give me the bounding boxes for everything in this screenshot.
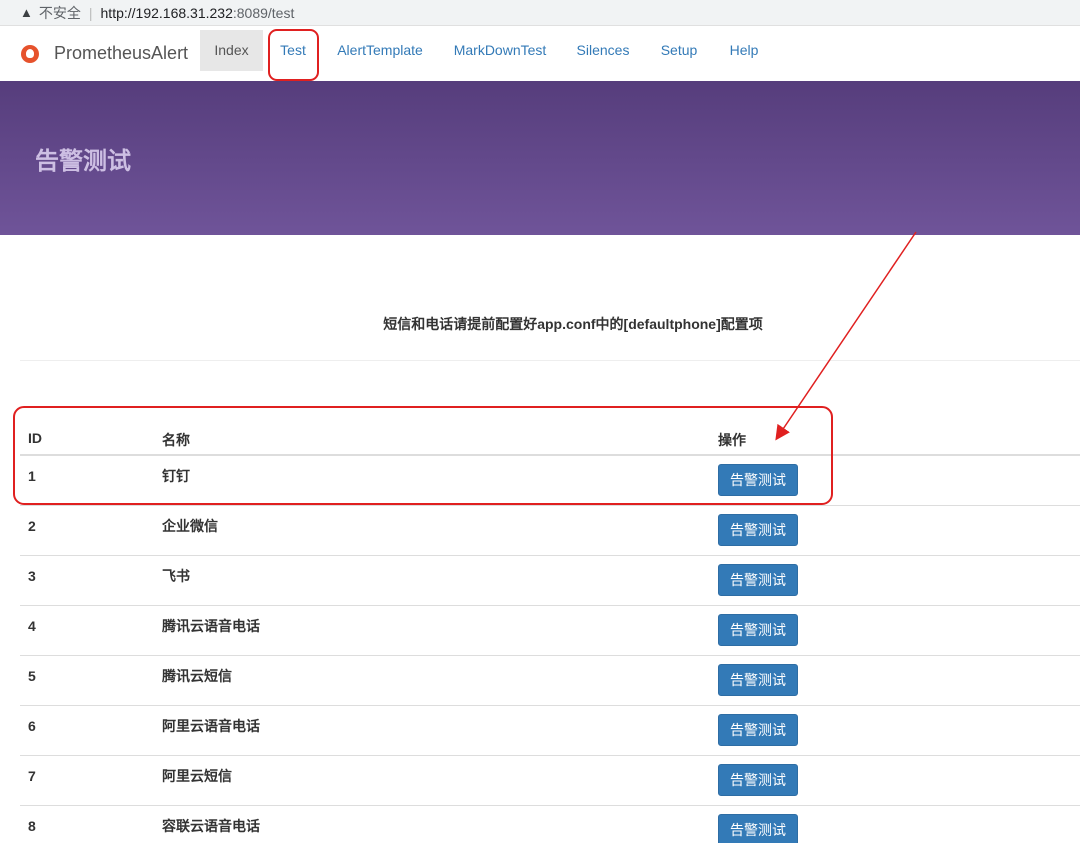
row-id: 7 — [28, 768, 36, 784]
row-name: 阿里云语音电话 — [162, 718, 260, 734]
alert-test-button[interactable]: 告警测试 — [718, 764, 798, 796]
row-id: 8 — [28, 818, 36, 834]
url-text[interactable]: http://192.168.31.232:8089/test — [101, 5, 295, 21]
row-name: 腾讯云语音电话 — [162, 618, 260, 634]
table-row: 5 腾讯云短信 告警测试 — [20, 656, 1080, 706]
row-name: 企业微信 — [162, 518, 218, 534]
nav-item-index[interactable]: Index — [200, 30, 263, 71]
navbar: PrometheusAlert Index Test AlertTemplate… — [0, 26, 1080, 81]
table-row: 4 腾讯云语音电话 告警测试 — [20, 606, 1080, 656]
page-title: 告警测试 — [35, 148, 131, 175]
table-row: 2 企业微信 告警测试 — [20, 506, 1080, 556]
url-host: http://192.168.31.232 — [100, 4, 233, 21]
nav-item-test[interactable]: Test — [270, 30, 316, 71]
alert-test-button[interactable]: 告警测试 — [718, 814, 798, 843]
nav-item-markdowntest[interactable]: MarkDownTest — [447, 30, 553, 71]
row-name: 腾讯云短信 — [162, 668, 232, 684]
header-id: ID — [28, 430, 42, 446]
page-header-banner: 告警测试 — [0, 81, 1080, 235]
annotation-arrow — [775, 231, 917, 441]
nav-item-setup[interactable]: Setup — [654, 30, 704, 71]
config-notice: 短信和电话请提前配置好app.conf中的[defaultphone]配置项 — [383, 316, 763, 332]
alert-test-button[interactable]: 告警测试 — [718, 564, 798, 596]
nav-item-silences[interactable]: Silences — [570, 30, 636, 71]
row-id: 5 — [28, 668, 36, 684]
browser-address-bar[interactable]: ▲ 不安全 | http://192.168.31.232:8089/test — [0, 0, 1080, 26]
row-name: 飞书 — [162, 568, 190, 584]
row-id: 6 — [28, 718, 36, 734]
header-action: 操作 — [718, 432, 746, 448]
table-row: 1 钉钉 告警测试 — [20, 456, 1080, 506]
table-row: 3 飞书 告警测试 — [20, 556, 1080, 606]
brand-name: PrometheusAlert — [54, 43, 189, 63]
row-id: 2 — [28, 518, 36, 534]
alert-test-table: ID 名称 操作 1 钉钉 告警测试 2 企业微信 告警测试 3 飞书 告警测试… — [20, 416, 1080, 843]
row-id: 3 — [28, 568, 36, 584]
alert-test-button[interactable]: 告警测试 — [718, 714, 798, 746]
row-name: 钉钉 — [162, 468, 190, 484]
warning-icon[interactable]: ▲ — [20, 5, 33, 20]
prometheus-logo-icon — [21, 44, 39, 63]
table-row: 8 容联云语音电话 告警测试 — [20, 806, 1080, 843]
security-label[interactable]: 不安全 — [39, 3, 81, 23]
nav-item-help[interactable]: Help — [722, 30, 766, 71]
nav-item-alerttemplate[interactable]: AlertTemplate — [330, 30, 430, 71]
table-row: 6 阿里云语音电话 告警测试 — [20, 706, 1080, 756]
header-name: 名称 — [162, 432, 190, 448]
table-header: ID 名称 操作 — [20, 416, 1080, 456]
divider — [20, 360, 1080, 361]
alert-test-button[interactable]: 告警测试 — [718, 614, 798, 646]
alert-test-button[interactable]: 告警测试 — [718, 514, 798, 546]
url-path: :8089/test — [232, 4, 295, 21]
alert-test-button[interactable]: 告警测试 — [718, 664, 798, 696]
row-id: 1 — [28, 468, 36, 484]
row-name: 容联云语音电话 — [162, 818, 260, 834]
brand[interactable]: PrometheusAlert — [21, 26, 188, 81]
row-name: 阿里云短信 — [162, 768, 232, 784]
address-separator: | — [88, 4, 93, 21]
table-row: 7 阿里云短信 告警测试 — [20, 756, 1080, 806]
alert-test-button[interactable]: 告警测试 — [718, 464, 798, 496]
row-id: 4 — [28, 618, 36, 634]
